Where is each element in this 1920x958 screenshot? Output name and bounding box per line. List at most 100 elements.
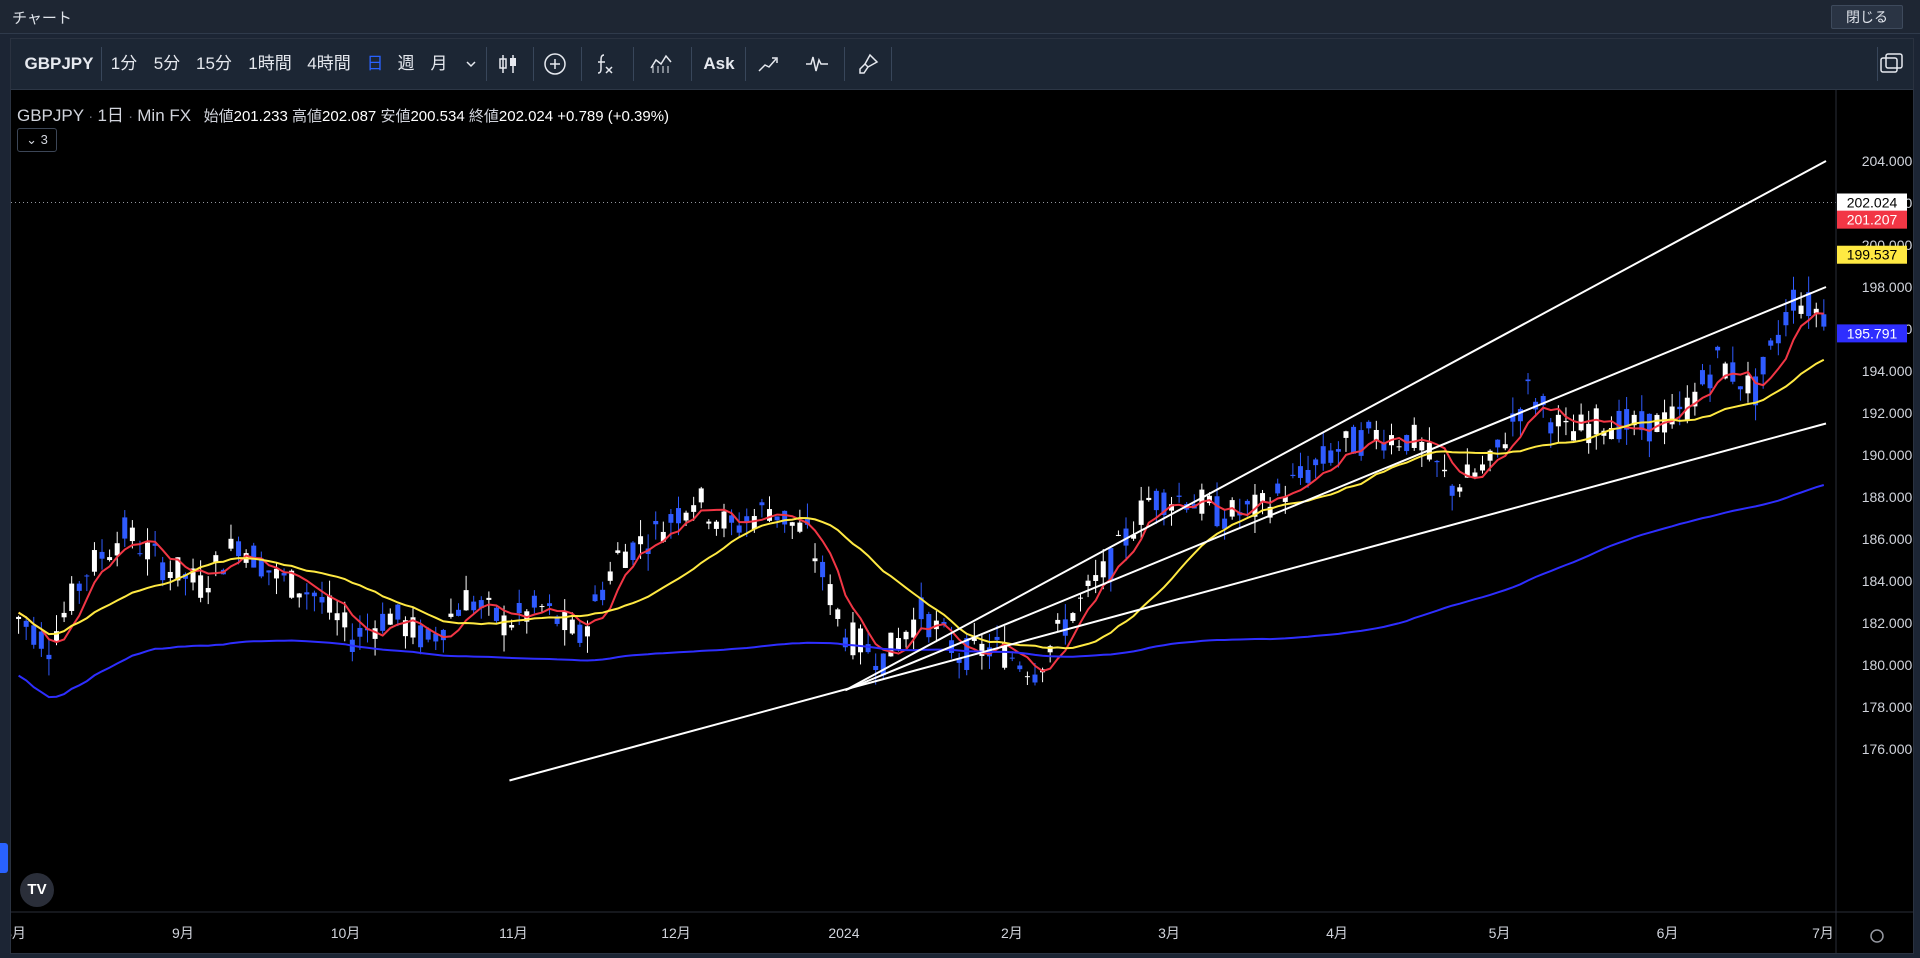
y-tick-label: 182.000 xyxy=(1862,615,1913,631)
legend-close: 202.024 xyxy=(498,108,554,125)
candle-body xyxy=(1244,500,1250,505)
candle-body xyxy=(228,538,234,549)
candle-body xyxy=(273,568,279,579)
interval-1h[interactable]: 1時間 xyxy=(246,39,294,89)
candle-body xyxy=(99,551,105,559)
ask-button[interactable]: Ask xyxy=(699,39,739,89)
interval-1m[interactable]: 1分 xyxy=(109,39,139,89)
x-tick-label: 11月 xyxy=(499,925,528,941)
x-tick-label: 7月 xyxy=(1812,925,1834,941)
interval-15m[interactable]: 15分 xyxy=(194,39,234,89)
legend-open-label: 始値 xyxy=(203,108,234,125)
chevron-down-icon: ⌄ xyxy=(26,132,38,147)
ohlc-legend: GBPJPY · 1日 · Min FX 始値201.233 高値202.087… xyxy=(17,106,670,125)
symbol-button[interactable]: GBPJPY xyxy=(23,39,95,89)
candle-body xyxy=(1055,619,1061,624)
candle-body xyxy=(205,587,211,593)
candle-body xyxy=(584,626,590,637)
pulse-icon[interactable] xyxy=(805,52,829,76)
candle-body xyxy=(1214,496,1220,527)
candle-body xyxy=(1328,450,1334,463)
candle-body xyxy=(418,625,424,648)
candle-body xyxy=(296,593,302,598)
trend-line-icon[interactable] xyxy=(757,52,781,76)
candle-body xyxy=(1821,314,1827,327)
candle-body xyxy=(1586,423,1592,444)
candle-body xyxy=(531,595,537,608)
candle-body xyxy=(395,604,401,620)
candlestick-icon[interactable] xyxy=(496,52,520,76)
indicator-fx-icon[interactable] xyxy=(592,52,616,76)
candle-body xyxy=(1783,312,1789,326)
window-titlebar: チャート 閉じる xyxy=(0,0,1920,34)
interval-1d[interactable]: 日 xyxy=(365,39,385,89)
separator xyxy=(581,47,582,81)
candle-body xyxy=(630,542,636,561)
candle-body xyxy=(547,603,553,607)
y-tick-label: 198.000 xyxy=(1862,279,1913,295)
candle-body xyxy=(1548,422,1554,434)
y-tick-label: 176.000 xyxy=(1862,741,1913,757)
chevron-down-icon[interactable] xyxy=(465,58,477,70)
candle-body xyxy=(486,597,492,600)
candle-body xyxy=(1260,493,1266,502)
price-label: 202.024 xyxy=(1847,194,1898,210)
candle-body xyxy=(994,636,1000,640)
x-tick-label: 6月 xyxy=(1657,925,1679,941)
candle-body xyxy=(1024,676,1030,678)
candle-body xyxy=(615,550,621,553)
candle-body xyxy=(311,592,317,597)
candle-body xyxy=(622,551,628,568)
interval-4h[interactable]: 4時間 xyxy=(305,39,353,89)
candle-body xyxy=(698,488,704,503)
interval-1w[interactable]: 週 xyxy=(396,39,416,89)
candle-body xyxy=(1411,424,1417,448)
separator xyxy=(691,47,692,81)
separator xyxy=(101,47,102,81)
interval-5m[interactable]: 5分 xyxy=(151,39,183,89)
candle-body xyxy=(145,542,151,560)
x-tick-label: 4月 xyxy=(1326,925,1348,941)
y-tick-label: 192.000 xyxy=(1862,405,1913,421)
candle-body xyxy=(812,558,818,562)
chart-area[interactable]: 204.000202.000200.000198.000196.000194.0… xyxy=(4,90,1913,953)
candle-body xyxy=(683,512,689,521)
candle-body xyxy=(76,583,82,591)
brush-icon[interactable] xyxy=(856,52,880,76)
x-tick-label: 5月 xyxy=(1489,925,1511,941)
candle-body xyxy=(1138,500,1144,525)
candle-body xyxy=(289,570,295,598)
candlestick-chart[interactable]: 204.000202.000200.000198.000196.000194.0… xyxy=(4,90,1913,953)
candle-body xyxy=(736,525,742,533)
interval-1mo[interactable]: 月 xyxy=(429,39,449,89)
candle-body xyxy=(1449,485,1455,496)
candle-body xyxy=(1100,561,1106,578)
candle-body xyxy=(440,629,446,641)
price-label: 201.207 xyxy=(1847,212,1898,228)
indicators-collapse-button[interactable]: ⌄ 3 xyxy=(17,128,57,152)
close-button[interactable]: 閉じる xyxy=(1831,5,1903,29)
candle-body xyxy=(1707,374,1713,389)
candle-body xyxy=(456,609,462,616)
candle-body xyxy=(1305,469,1311,483)
candle-body xyxy=(1146,497,1152,501)
candle-body xyxy=(873,665,879,671)
candle-body xyxy=(380,613,386,631)
candle-body xyxy=(69,583,75,611)
chart-type-icon[interactable] xyxy=(649,52,673,76)
left-scroll-handle[interactable] xyxy=(0,843,8,873)
candle-body xyxy=(31,625,37,645)
multi-window-icon[interactable] xyxy=(1878,50,1906,78)
candle-body xyxy=(1032,674,1038,683)
candle-body xyxy=(91,550,97,572)
candle-body xyxy=(850,622,856,656)
x-tick-label: 2月 xyxy=(1001,925,1023,941)
y-tick-label: 188.000 xyxy=(1862,489,1913,505)
add-circle-icon[interactable] xyxy=(543,52,567,76)
candle-body xyxy=(1745,375,1751,394)
candle-body xyxy=(387,613,393,625)
candle-body xyxy=(1009,657,1015,659)
candle-body xyxy=(713,521,719,529)
candle-body xyxy=(1153,490,1159,511)
tradingview-logo[interactable]: TV xyxy=(20,873,54,907)
